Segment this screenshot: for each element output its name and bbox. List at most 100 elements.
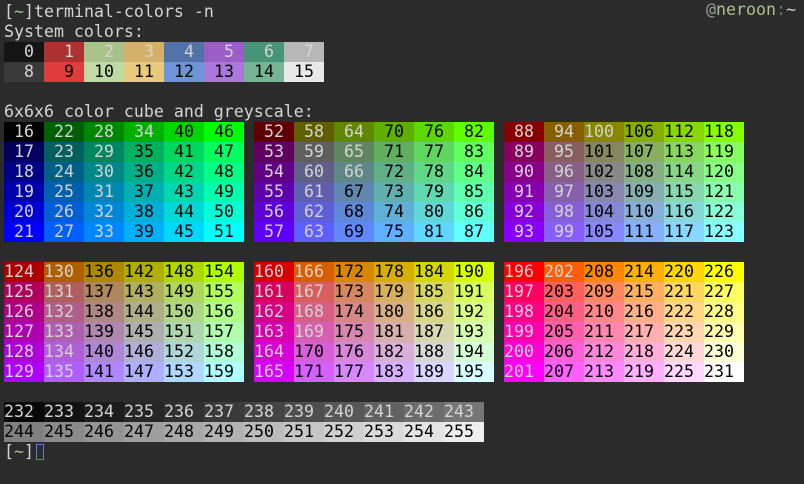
rprompt-at: @ [706,0,716,19]
color-cell-135: 135 [44,362,84,382]
color-row: 546066727884 [254,162,494,182]
color-cell-184: 184 [414,262,454,282]
color-cell-178: 178 [374,262,414,282]
color-cell-248: 248 [164,422,204,442]
terminal-cursor[interactable] [36,444,44,460]
color-cell-8: 8 [4,62,44,82]
color-cell-2: 2 [84,42,124,62]
prompt-tilde: ~ [14,442,24,461]
color-row: 160166172178184190 [254,262,494,282]
cube-grid-bottom: 1241301361421481541251311371431491551261… [4,262,804,382]
color-cell-218: 218 [624,342,664,362]
color-row: 89101112131415 [4,62,804,82]
color-cell-206: 206 [544,342,584,362]
color-cell-251: 251 [284,422,324,442]
color-cell-131: 131 [44,282,84,302]
color-cell-197: 197 [504,282,544,302]
color-row: 9096102108114120 [504,162,744,182]
color-cell-254: 254 [404,422,444,442]
color-cell-32: 32 [84,202,124,222]
color-cell-11: 11 [124,62,164,82]
color-cell-148: 148 [164,262,204,282]
color-cell-170: 170 [294,342,334,362]
color-cell-69: 69 [334,222,374,242]
color-cell-103: 103 [584,182,624,202]
color-cell-161: 161 [254,282,294,302]
color-cell-238: 238 [244,402,284,422]
color-cell-19: 19 [4,182,44,202]
color-row: 172329354147 [4,142,244,162]
color-cell-232: 232 [4,402,44,422]
color-cell-207: 207 [544,362,584,382]
color-cell-22: 22 [44,122,84,142]
color-cell-1: 1 [44,42,84,62]
color-cell-96: 96 [544,162,584,182]
color-cell-35: 35 [124,142,164,162]
color-cell-40: 40 [164,122,204,142]
color-cell-105: 105 [584,222,624,242]
color-cell-224: 224 [664,342,704,362]
color-cell-43: 43 [164,182,204,202]
color-cell-229: 229 [704,322,744,342]
color-cell-82: 82 [454,122,494,142]
color-cell-84: 84 [454,162,494,182]
color-cell-230: 230 [704,342,744,362]
color-cell-67: 67 [334,182,374,202]
color-cell-134: 134 [44,342,84,362]
color-cell-133: 133 [44,322,84,342]
color-cell-186: 186 [414,302,454,322]
color-cell-171: 171 [294,362,334,382]
color-cell-155: 155 [204,282,244,302]
color-cell-177: 177 [334,362,374,382]
command-text: terminal-colors -n [34,2,214,21]
color-cell-167: 167 [294,282,334,302]
color-cell-182: 182 [374,342,414,362]
cube-block-52: 5258647076825359657177835460667278845561… [254,122,494,242]
color-cell-231: 231 [704,362,744,382]
color-cell-10: 10 [84,62,124,82]
color-cell-71: 71 [374,142,414,162]
prompt-bracket-open: [ [4,442,14,461]
color-cell-24: 24 [44,162,84,182]
color-cell-175: 175 [334,322,374,342]
color-cell-156: 156 [204,302,244,322]
color-cell-235: 235 [124,402,164,422]
color-cell-93: 93 [504,222,544,242]
cube-block-16: 1622283440461723293541471824303642481925… [4,122,244,242]
color-cell-252: 252 [324,422,364,442]
color-cell-5: 5 [204,42,244,62]
color-cell-183: 183 [374,362,414,382]
color-cell-169: 169 [294,322,334,342]
color-cell-4: 4 [164,42,204,62]
color-cell-13: 13 [204,62,244,82]
color-row: 556167737985 [254,182,494,202]
color-row: 8894100106112118 [504,122,744,142]
color-cell-86: 86 [454,202,494,222]
color-row: 9298104110116122 [504,202,744,222]
color-row: 161167173179185191 [254,282,494,302]
system-colors-label: System colors: [4,22,804,42]
color-cell-127: 127 [4,322,44,342]
color-cell-189: 189 [414,362,454,382]
color-cell-200: 200 [504,342,544,362]
color-cell-139: 139 [84,322,124,342]
prompt-line: [~]@neroon:~ [4,442,804,462]
color-cell-141: 141 [84,362,124,382]
color-cell-194: 194 [454,342,494,362]
color-cell-188: 188 [414,342,454,362]
terminal-window[interactable]: [~]terminal-colors -n System colors: 012… [0,0,804,484]
blank-line [4,82,804,102]
color-cell-104: 104 [584,202,624,222]
cube-block-196: 1962022082142202261972032092152212271982… [504,262,744,382]
color-cell-203: 203 [544,282,584,302]
color-row: 01234567 [4,42,804,62]
color-cell-213: 213 [584,362,624,382]
color-cell-23: 23 [44,142,84,162]
color-cell-123: 123 [704,222,744,242]
color-row: 525864707682 [254,122,494,142]
color-row: 9197103109115121 [504,182,744,202]
color-cell-28: 28 [84,122,124,142]
color-cell-153: 153 [164,362,204,382]
color-cell-59: 59 [294,142,334,162]
color-cell-239: 239 [284,402,324,422]
